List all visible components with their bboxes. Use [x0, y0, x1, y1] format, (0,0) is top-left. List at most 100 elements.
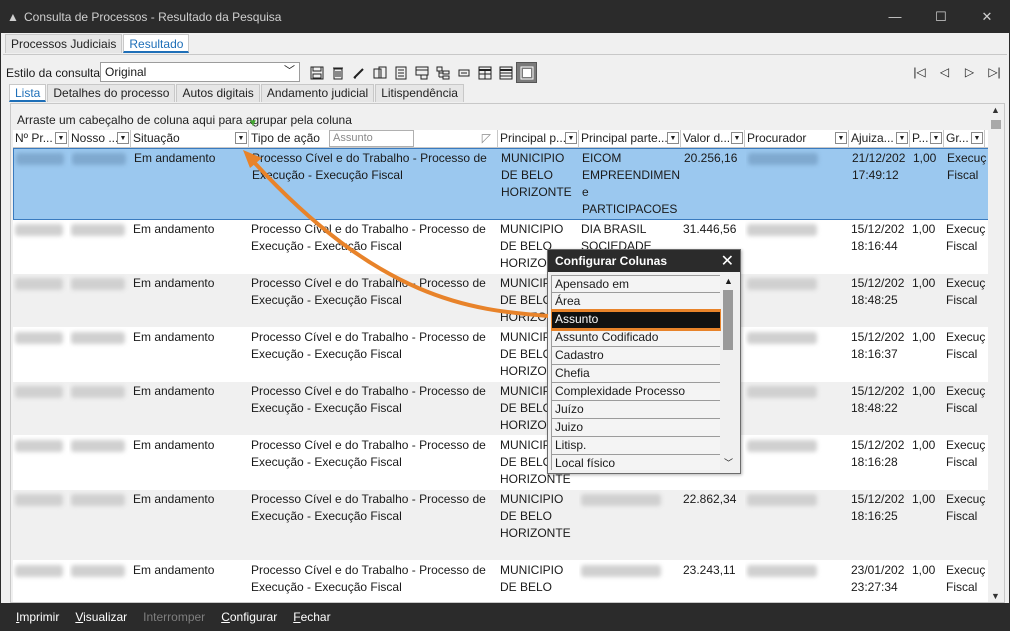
grid-scrollbar[interactable]: ▲ ▼ — [988, 104, 1004, 602]
header-gr[interactable]: Gr... ▼ — [944, 130, 985, 148]
table-row[interactable]: Em andamento Processo Cível e do Trabalh… — [13, 220, 989, 274]
maximize-button[interactable]: ☐ — [918, 0, 964, 33]
redacted-text — [71, 278, 125, 290]
column-option[interactable]: Assunto Codificado — [551, 329, 721, 347]
header-ajuizamento[interactable]: Ajuiza... ▼ — [849, 130, 910, 148]
tab-detalhes[interactable]: Detalhes do processo — [47, 84, 176, 102]
table-row[interactable]: Em andamento Processo Cível e do Trabalh… — [13, 436, 989, 490]
layout-icon[interactable] — [411, 62, 432, 83]
dragged-column-header[interactable]: Assunto — [329, 130, 414, 147]
cell-ajuizamento: 15/12/202 18:16:44 — [851, 222, 905, 253]
scroll-down-icon[interactable]: ▼ — [991, 591, 1000, 601]
last-icon[interactable]: ▷| — [982, 62, 1007, 82]
column-option[interactable]: Litisp. — [551, 437, 721, 455]
scroll-down-icon[interactable]: ﹀ — [724, 456, 733, 469]
redacted-text — [15, 440, 63, 452]
header-principal-parte[interactable]: Principal parte... ▼ — [579, 130, 681, 148]
cell-situacao: Em andamento — [133, 222, 215, 236]
column-option[interactable]: Apensado em — [551, 275, 721, 293]
tree-icon[interactable] — [432, 62, 453, 83]
column-option-selected[interactable]: Assunto — [551, 309, 721, 331]
table-row[interactable]: Em andamento Processo Cível e do Trabalh… — [13, 490, 989, 561]
preview-button[interactable]: Visualizar — [75, 610, 127, 624]
interrupt-button[interactable]: Interromper — [143, 610, 205, 624]
tab-lista[interactable]: Lista — [9, 84, 47, 102]
filter-icon[interactable]: ▼ — [930, 132, 942, 144]
next-icon[interactable]: ▷ — [957, 62, 982, 82]
minimize-button[interactable]: — — [872, 0, 918, 33]
first-icon[interactable]: |◁ — [907, 62, 932, 82]
scroll-thumb[interactable] — [723, 290, 733, 350]
tab-autos-digitais[interactable]: Autos digitais — [176, 84, 260, 102]
estilo-label: Estilo da consulta — [6, 66, 101, 80]
header-principal-p[interactable]: Principal p... ▼ — [498, 130, 579, 148]
redacted-text — [71, 224, 125, 236]
print-button[interactable]: Imprimir — [16, 610, 59, 624]
filter-icon[interactable]: ▼ — [667, 132, 679, 144]
table-row[interactable]: Em andamento Processo Cível e do Trabalh… — [13, 274, 989, 328]
close-icon[interactable]: ✕ — [721, 251, 734, 271]
header-valor[interactable]: Valor d... ▼ — [681, 130, 745, 148]
config-icon[interactable] — [516, 62, 537, 83]
scroll-up-icon[interactable]: ▲ — [724, 276, 733, 286]
configure-button[interactable]: Configurar — [221, 610, 277, 624]
estilo-select[interactable]: Original ﹀ — [100, 62, 300, 82]
column-option[interactable]: Área — [551, 293, 721, 311]
table-icon[interactable] — [474, 62, 495, 83]
filter-icon[interactable]: ▼ — [117, 132, 129, 144]
prev-icon[interactable]: ◁ — [932, 62, 957, 82]
save-icon[interactable] — [306, 62, 327, 83]
tab-resultado[interactable]: Resultado — [123, 34, 190, 53]
edit-icon[interactable] — [348, 62, 369, 83]
header-situacao[interactable]: Situação ▼ — [131, 130, 249, 148]
tab-processos-judiciais[interactable]: Processos Judiciais — [5, 34, 123, 53]
scroll-up-icon[interactable]: ▲ — [991, 105, 1000, 115]
column-option[interactable]: Cadastro — [551, 347, 721, 365]
filter-icon[interactable]: ▼ — [835, 132, 847, 144]
cell-tipo: Processo Cível e do Trabalho - Processo … — [251, 384, 486, 415]
filter-icon[interactable]: ▼ — [235, 132, 247, 144]
cell-gr: Execução Fiscal — [947, 151, 986, 182]
client-area: Processos Judiciais Resultado Estilo da … — [1, 33, 1009, 603]
scroll-thumb[interactable] — [991, 120, 1001, 129]
filter-icon[interactable]: ▼ — [55, 132, 67, 144]
cell-parte: EICOM EMPREENDIMEN e PARTICIPACOES — [582, 151, 681, 216]
group-by-hint[interactable]: Arraste um cabeçalho de coluna aqui para… — [17, 113, 352, 127]
header-numero[interactable]: Nº Pr... ▼ — [13, 130, 69, 148]
column-option[interactable]: Chefia — [551, 365, 721, 383]
close-button[interactable]: ✕ — [964, 0, 1010, 33]
cell-nosso — [69, 220, 131, 273]
popup-scrollbar[interactable]: ▲ ﹀ — [720, 275, 736, 470]
redacted-text — [71, 386, 125, 398]
header-procurador[interactable]: Procurador ▼ — [745, 130, 849, 148]
cell-p: 1,00 — [912, 276, 936, 290]
redacted-text — [747, 494, 817, 506]
column-option[interactable]: Complexidade Processo — [551, 383, 721, 401]
cell-situacao: Em andamento — [133, 276, 215, 290]
export-icon[interactable] — [369, 62, 390, 83]
report-icon[interactable] — [390, 62, 411, 83]
tab-litispendencia[interactable]: Litispendência — [375, 84, 464, 102]
table-row[interactable]: Em andamento Processo Cível e do Trabalh… — [13, 148, 989, 220]
filter-icon[interactable]: ▼ — [565, 132, 577, 144]
header-nosso[interactable]: Nosso ... ▼ — [69, 130, 131, 148]
column-option[interactable]: Local físico — [551, 455, 721, 470]
header-p[interactable]: P... ▼ — [910, 130, 944, 148]
table-row[interactable]: Em andamento Processo Cível e do Trabalh… — [13, 382, 989, 436]
app-icon: ▲ — [7, 9, 19, 24]
table-row[interactable]: Em andamento Processo Cível e do Trabalh… — [13, 328, 989, 382]
minus-icon[interactable] — [453, 62, 474, 83]
filter-icon[interactable]: ▼ — [971, 132, 983, 144]
table-row[interactable]: Em andamento Processo Cível e do Trabalh… — [13, 561, 989, 602]
column-option[interactable]: Juízo — [551, 401, 721, 419]
filter-icon[interactable]: ▼ — [731, 132, 743, 144]
column-option[interactable]: Juizo — [551, 419, 721, 437]
list-icon[interactable] — [495, 62, 516, 83]
filter-icon[interactable]: ▼ — [896, 132, 908, 144]
redacted-text — [747, 565, 817, 577]
close-window-button[interactable]: Fechar — [293, 610, 330, 624]
cell-tipo: Processo Cível e do Trabalho - Processo … — [251, 438, 486, 469]
tab-andamento-judicial[interactable]: Andamento judicial — [260, 84, 375, 102]
delete-icon[interactable] — [327, 62, 348, 83]
cell-ajuizamento: 15/12/202 18:48:22 — [851, 384, 905, 415]
